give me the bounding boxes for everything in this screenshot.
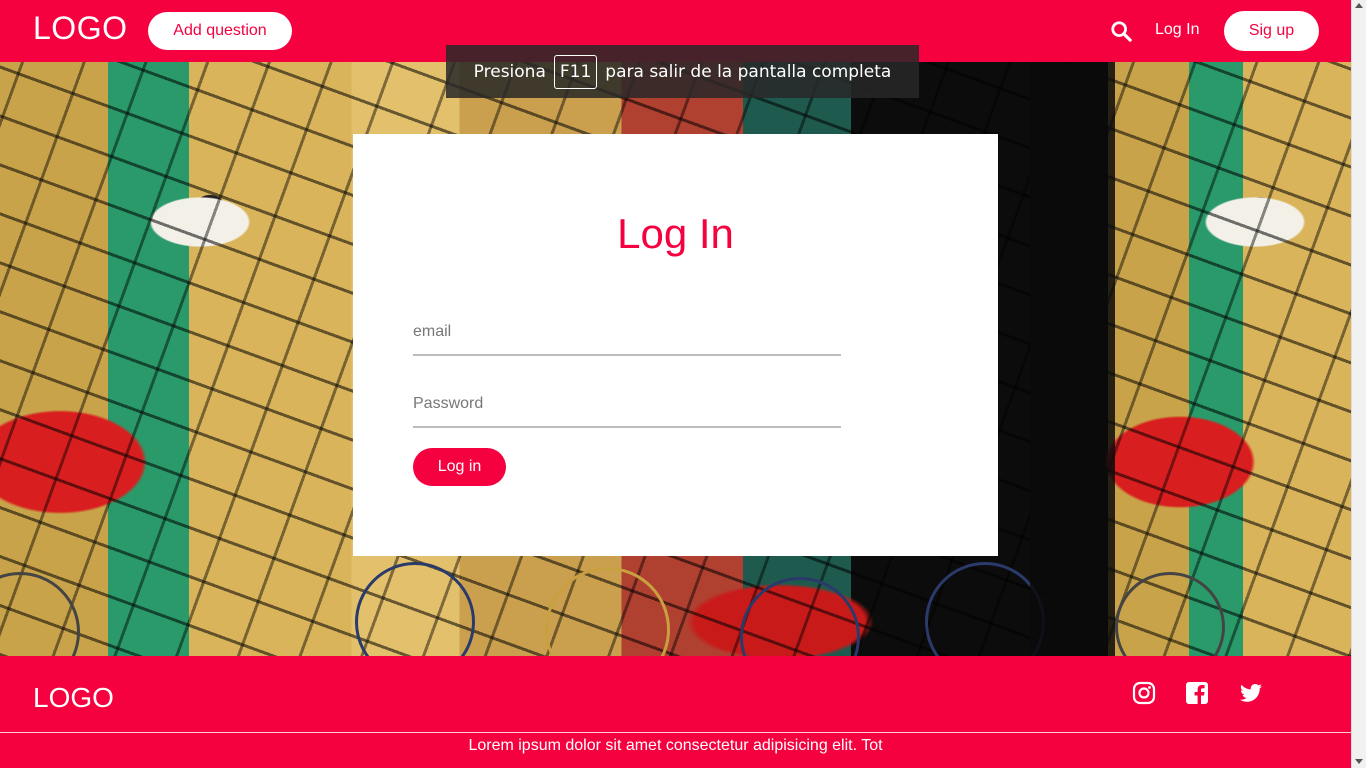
footer: LOGO Lorem ipsum dolor sit amet consecte… (0, 656, 1351, 768)
signup-button[interactable]: Sig up (1224, 11, 1319, 51)
login-submit-button[interactable]: Log in (413, 448, 506, 486)
login-title: Log In (617, 210, 734, 257)
password-field[interactable] (413, 382, 841, 428)
bicycle-wheel (1115, 572, 1225, 656)
page-scrollbar[interactable] (1351, 0, 1366, 768)
email-field[interactable] (413, 310, 841, 356)
footer-logo[interactable]: LOGO (33, 682, 114, 714)
facebook-icon[interactable] (1185, 681, 1209, 705)
scroll-up-arrow-icon[interactable] (1355, 3, 1363, 8)
notice-text-before: Presiona (473, 61, 546, 82)
footer-text: Lorem ipsum dolor sit amet consectetur a… (468, 737, 883, 754)
fullscreen-exit-notice: Presiona F11 para salir de la pantalla c… (446, 45, 919, 98)
search-icon[interactable] (1110, 20, 1132, 42)
bicycle-wheel (545, 567, 670, 656)
f11-key-badge: F11 (553, 54, 598, 89)
login-card: Log In Log in (353, 134, 998, 556)
bicycle-wheel (355, 562, 475, 656)
header-logo[interactable]: LOGO (33, 10, 127, 47)
notice-text-after: para salir de la pantalla completa (605, 61, 892, 82)
bicycle-wheel (925, 562, 1045, 656)
instagram-icon[interactable] (1132, 681, 1156, 705)
bicycle-wheel (0, 572, 80, 656)
twitter-icon[interactable] (1239, 681, 1263, 705)
add-question-button[interactable]: Add question (148, 12, 292, 50)
login-link[interactable]: Log In (1155, 21, 1199, 39)
scroll-down-arrow-icon[interactable] (1355, 759, 1363, 764)
bicycle-wheel (740, 577, 860, 656)
footer-divider (0, 732, 1351, 733)
